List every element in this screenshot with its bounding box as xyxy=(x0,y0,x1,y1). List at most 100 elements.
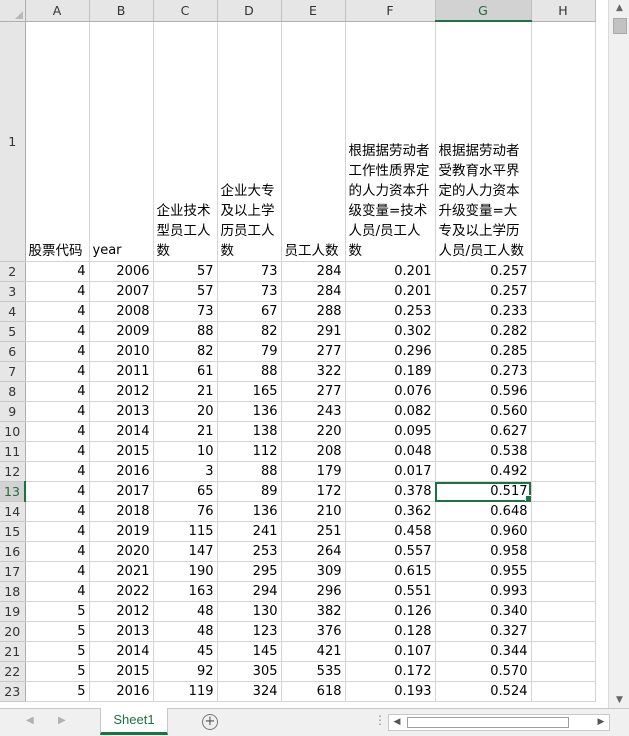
cell-e9[interactable]: 243 xyxy=(281,401,346,422)
cell-f10[interactable]: 0.095 xyxy=(345,421,436,442)
cell-b19[interactable]: 2012 xyxy=(89,601,154,622)
cell-e10[interactable]: 220 xyxy=(281,421,346,442)
column-header-a[interactable]: A xyxy=(25,0,90,22)
cell-b16[interactable]: 2020 xyxy=(89,541,154,562)
row-header-5[interactable]: 5 xyxy=(0,321,26,342)
cell-g22[interactable]: 0.570 xyxy=(435,661,532,682)
cell-d15[interactable]: 241 xyxy=(217,521,282,542)
cell-h22[interactable] xyxy=(531,661,596,682)
cell-e13[interactable]: 172 xyxy=(281,481,346,502)
cell-d12[interactable]: 88 xyxy=(217,461,282,482)
cell-c12[interactable]: 3 xyxy=(153,461,218,482)
row-header-22[interactable]: 22 xyxy=(0,661,26,682)
cell-h14[interactable] xyxy=(531,501,596,522)
sheet-tab-sheet1[interactable]: Sheet1 xyxy=(100,708,168,735)
cell-g18[interactable]: 0.993 xyxy=(435,581,532,602)
cell-g17[interactable]: 0.955 xyxy=(435,561,532,582)
cell-g7[interactable]: 0.273 xyxy=(435,361,532,382)
row-header-7[interactable]: 7 xyxy=(0,361,26,382)
cell-f17[interactable]: 0.615 xyxy=(345,561,436,582)
cell-e18[interactable]: 296 xyxy=(281,581,346,602)
cell-b4[interactable]: 2008 xyxy=(89,301,154,322)
cell-e6[interactable]: 277 xyxy=(281,341,346,362)
cell-c21[interactable]: 45 xyxy=(153,641,218,662)
cell-a2[interactable]: 4 xyxy=(25,261,90,282)
cell-h12[interactable] xyxy=(531,461,596,482)
cell-c15[interactable]: 115 xyxy=(153,521,218,542)
cell-g21[interactable]: 0.344 xyxy=(435,641,532,662)
cell-c9[interactable]: 20 xyxy=(153,401,218,422)
cell-e16[interactable]: 264 xyxy=(281,541,346,562)
cell-b7[interactable]: 2011 xyxy=(89,361,154,382)
cell-g20[interactable]: 0.327 xyxy=(435,621,532,642)
cell-b8[interactable]: 2012 xyxy=(89,381,154,402)
cell-b15[interactable]: 2019 xyxy=(89,521,154,542)
horizontal-scrollbar[interactable]: ◀ ▶ xyxy=(388,714,610,731)
cell-g2[interactable]: 0.257 xyxy=(435,261,532,282)
cell-e12[interactable]: 179 xyxy=(281,461,346,482)
cell-h18[interactable] xyxy=(531,581,596,602)
cell-h6[interactable] xyxy=(531,341,596,362)
cell-b3[interactable]: 2007 xyxy=(89,281,154,302)
cell-c7[interactable]: 61 xyxy=(153,361,218,382)
cell-a15[interactable]: 4 xyxy=(25,521,90,542)
header-cell-b[interactable]: year xyxy=(89,21,154,262)
cell-d11[interactable]: 112 xyxy=(217,441,282,462)
cell-f13[interactable]: 0.378 xyxy=(345,481,436,502)
cell-e19[interactable]: 382 xyxy=(281,601,346,622)
cell-h5[interactable] xyxy=(531,321,596,342)
cell-b6[interactable]: 2010 xyxy=(89,341,154,362)
spreadsheet-grid[interactable]: ABCDEFGH 1 股票代码 year 企业技术型员工人数 企业大专及以上学历员工人数… xyxy=(0,0,608,708)
cell-e20[interactable]: 376 xyxy=(281,621,346,642)
row-header-16[interactable]: 16 xyxy=(0,541,26,562)
cell-b14[interactable]: 2018 xyxy=(89,501,154,522)
cell-h13[interactable] xyxy=(531,481,596,502)
cell-e14[interactable]: 210 xyxy=(281,501,346,522)
row-header-23[interactable]: 23 xyxy=(0,681,26,702)
header-cell-c[interactable]: 企业技术型员工人数 xyxy=(153,21,218,262)
row-header-6[interactable]: 6 xyxy=(0,341,26,362)
cell-a4[interactable]: 4 xyxy=(25,301,90,322)
row-header-4[interactable]: 4 xyxy=(0,301,26,322)
cell-h23[interactable] xyxy=(531,681,596,702)
column-header-g[interactable]: G xyxy=(435,0,532,22)
cell-h16[interactable] xyxy=(531,541,596,562)
cell-e4[interactable]: 288 xyxy=(281,301,346,322)
scroll-down-icon[interactable]: ▼ xyxy=(609,692,629,708)
cell-f11[interactable]: 0.048 xyxy=(345,441,436,462)
horizontal-scroll-thumb[interactable] xyxy=(407,717,569,728)
vertical-scroll-thumb[interactable] xyxy=(613,18,627,34)
cell-a16[interactable]: 4 xyxy=(25,541,90,562)
cell-h20[interactable] xyxy=(531,621,596,642)
cell-d16[interactable]: 253 xyxy=(217,541,282,562)
cell-h10[interactable] xyxy=(531,421,596,442)
cell-b23[interactable]: 2016 xyxy=(89,681,154,702)
select-all-corner[interactable] xyxy=(0,0,26,22)
row-header-14[interactable]: 14 xyxy=(0,501,26,522)
cell-f9[interactable]: 0.082 xyxy=(345,401,436,422)
header-cell-a[interactable]: 股票代码 xyxy=(25,21,90,262)
cell-f6[interactable]: 0.296 xyxy=(345,341,436,362)
cell-b17[interactable]: 2021 xyxy=(89,561,154,582)
cell-c18[interactable]: 163 xyxy=(153,581,218,602)
scroll-up-icon[interactable]: ▲ xyxy=(609,0,629,16)
cell-e3[interactable]: 284 xyxy=(281,281,346,302)
cell-d21[interactable]: 145 xyxy=(217,641,282,662)
column-header-e[interactable]: E xyxy=(281,0,346,22)
cell-a20[interactable]: 5 xyxy=(25,621,90,642)
cell-f2[interactable]: 0.201 xyxy=(345,261,436,282)
cell-f15[interactable]: 0.458 xyxy=(345,521,436,542)
cell-b11[interactable]: 2015 xyxy=(89,441,154,462)
scroll-left-icon[interactable]: ◀ xyxy=(389,715,405,730)
cell-h21[interactable] xyxy=(531,641,596,662)
cell-d3[interactable]: 73 xyxy=(217,281,282,302)
cell-h8[interactable] xyxy=(531,381,596,402)
cell-d9[interactable]: 136 xyxy=(217,401,282,422)
cell-c11[interactable]: 10 xyxy=(153,441,218,462)
cell-a19[interactable]: 5 xyxy=(25,601,90,622)
column-header-f[interactable]: F xyxy=(345,0,436,22)
cell-g8[interactable]: 0.596 xyxy=(435,381,532,402)
cell-g3[interactable]: 0.257 xyxy=(435,281,532,302)
cell-h17[interactable] xyxy=(531,561,596,582)
cell-c17[interactable]: 190 xyxy=(153,561,218,582)
